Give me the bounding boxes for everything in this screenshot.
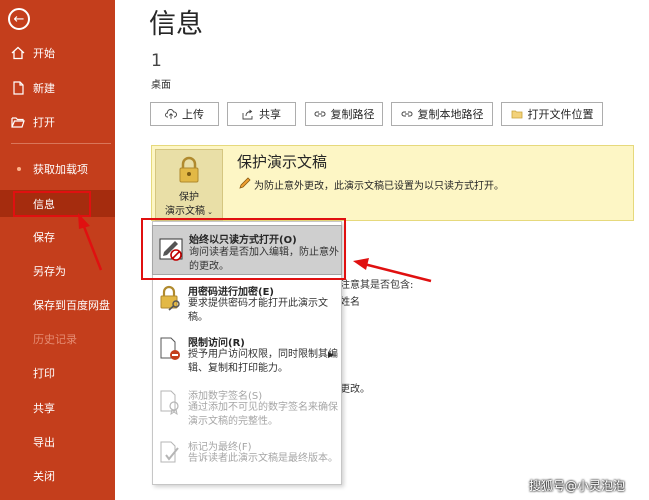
sidebar-divider <box>11 143 111 144</box>
sidebar-item-get-addins[interactable]: 获取加载项 <box>0 157 115 181</box>
home-icon <box>11 46 25 60</box>
sidebar-item-label: 开始 <box>33 47 55 60</box>
chevron-down-icon: ⌄ <box>204 208 214 216</box>
sidebar-item-label: 另存为 <box>33 265 66 278</box>
menu-item-title: 限制访问(R) <box>188 338 245 349</box>
sidebar-item-label: 新建 <box>33 82 55 95</box>
inspect-text-fragment: 姓名 <box>340 297 360 308</box>
new-document-icon <box>13 81 24 95</box>
mark-final-icon <box>160 441 179 463</box>
menu-item-desc: 要求提供密码才能打开此演示文稿。 <box>188 298 328 323</box>
new-dot-icon <box>17 167 21 171</box>
menu-item-desc: 通过添加不可见的数字签名来确保演示文稿的完整性。 <box>188 402 338 427</box>
copy-path-button-label: 复制路径 <box>330 108 375 121</box>
menu-item-title: 标记为最终(F) <box>188 442 252 453</box>
submenu-arrow-icon: ▶ <box>328 350 335 359</box>
inspect-text-fragment: 更改。 <box>340 384 370 395</box>
file-location: 桌面 <box>151 80 171 91</box>
copy-local-path-button-label: 复制本地路径 <box>417 108 484 121</box>
upload-cloud-icon <box>165 109 177 119</box>
lock-icon <box>179 156 199 183</box>
folder-open-icon <box>11 117 25 128</box>
page-title: 信息 <box>149 9 203 40</box>
protect-button-label-line1: 保护 <box>179 192 199 203</box>
upload-button[interactable]: 上传 <box>150 102 219 126</box>
sidebar-item-label: 导出 <box>33 436 55 449</box>
sidebar-item-label: 保存到百度网盘 <box>33 299 110 312</box>
file-count: 1 <box>151 51 162 71</box>
open-file-location-button-label: 打开文件位置 <box>527 108 594 121</box>
protect-panel-description: 为防止意外更改，此演示文稿已设置为以只读方式打开。 <box>254 181 504 192</box>
sidebar-item-save-baidu[interactable]: 保存到百度网盘 <box>0 293 115 317</box>
sidebar-item-home[interactable]: 开始 <box>0 41 115 65</box>
sidebar-item-share[interactable]: 共享 <box>0 396 115 420</box>
menu-item-desc: 告诉读者此演示文稿是最终版本。 <box>188 453 338 464</box>
share-button-label: 共享 <box>259 108 281 121</box>
lock-key-icon <box>160 285 180 311</box>
backstage-sidebar: ← 开始 新建 打开 获取加载项 信息 保存 另存为 保存到百度网盘 历史记录 … <box>0 0 115 500</box>
digital-signature-icon <box>160 390 179 415</box>
copy-path-button[interactable]: 复制路径 <box>305 102 383 126</box>
sidebar-item-save-as[interactable]: 另存为 <box>0 259 115 283</box>
protect-presentation-button[interactable]: 保护 演示文稿 ⌄ <box>155 149 223 221</box>
menu-item-title: 用密码进行加密(E) <box>188 287 274 298</box>
watermark-text: 搜狐号@小灵泡泡 <box>529 479 626 493</box>
highlight-box-info <box>13 191 91 217</box>
menu-item-restrict-access[interactable]: 限制访问(R) 授予用户访问权限，同时限制其编辑、复制和打印能力。 ▶ <box>152 330 342 380</box>
sidebar-item-label: 打印 <box>33 367 55 380</box>
link-icon <box>401 111 412 117</box>
back-arrow-icon[interactable]: ← <box>8 8 30 30</box>
menu-item-desc: 授予用户访问权限，同时限制其编辑、复制和打印能力。 <box>188 349 338 374</box>
sidebar-item-new[interactable]: 新建 <box>0 76 115 100</box>
open-file-location-button[interactable]: 打开文件位置 <box>501 102 603 126</box>
sidebar-item-label: 保存 <box>33 231 55 244</box>
sidebar-item-print[interactable]: 打印 <box>0 361 115 385</box>
highlight-box-read-only <box>141 218 346 280</box>
menu-item-title: 添加数字签名(S) <box>188 391 263 402</box>
link-icon <box>314 111 325 117</box>
inspect-text-fragment: 注意其是否包含: <box>340 280 414 291</box>
protect-button-label-line2-text: 演示文稿 <box>164 206 205 217</box>
sidebar-item-save[interactable]: 保存 <box>0 225 115 249</box>
share-icon <box>242 109 253 120</box>
sidebar-item-label: 历史记录 <box>33 333 77 346</box>
sidebar-item-history: 历史记录 <box>0 327 115 351</box>
sidebar-item-export[interactable]: 导出 <box>0 430 115 454</box>
menu-item-encrypt-password[interactable]: 用密码进行加密(E) 要求提供密码才能打开此演示文稿。 <box>152 279 342 329</box>
pencil-icon <box>239 177 251 189</box>
copy-local-path-button[interactable]: 复制本地路径 <box>391 102 493 126</box>
sidebar-item-label: 获取加载项 <box>33 163 88 176</box>
menu-item-add-digital-signature: 添加数字签名(S) 通过添加不可见的数字签名来确保演示文稿的完整性。 <box>152 383 342 433</box>
restrict-access-icon <box>160 337 180 360</box>
menu-item-mark-as-final: 标记为最终(F) 告诉读者此演示文稿是最终版本。 <box>152 434 342 482</box>
upload-button-label: 上传 <box>182 108 204 121</box>
sidebar-item-label: 共享 <box>33 402 55 415</box>
protect-panel-title: 保护演示文稿 <box>237 153 328 171</box>
folder-icon <box>511 110 522 119</box>
sidebar-item-label: 打开 <box>33 116 55 129</box>
protect-button-label-line2: 演示文稿 ⌄ <box>156 202 222 217</box>
share-button[interactable]: 共享 <box>227 102 296 126</box>
sidebar-item-close[interactable]: 关闭 <box>0 464 115 488</box>
sidebar-item-label: 关闭 <box>33 470 55 483</box>
sidebar-item-open[interactable]: 打开 <box>0 110 115 134</box>
